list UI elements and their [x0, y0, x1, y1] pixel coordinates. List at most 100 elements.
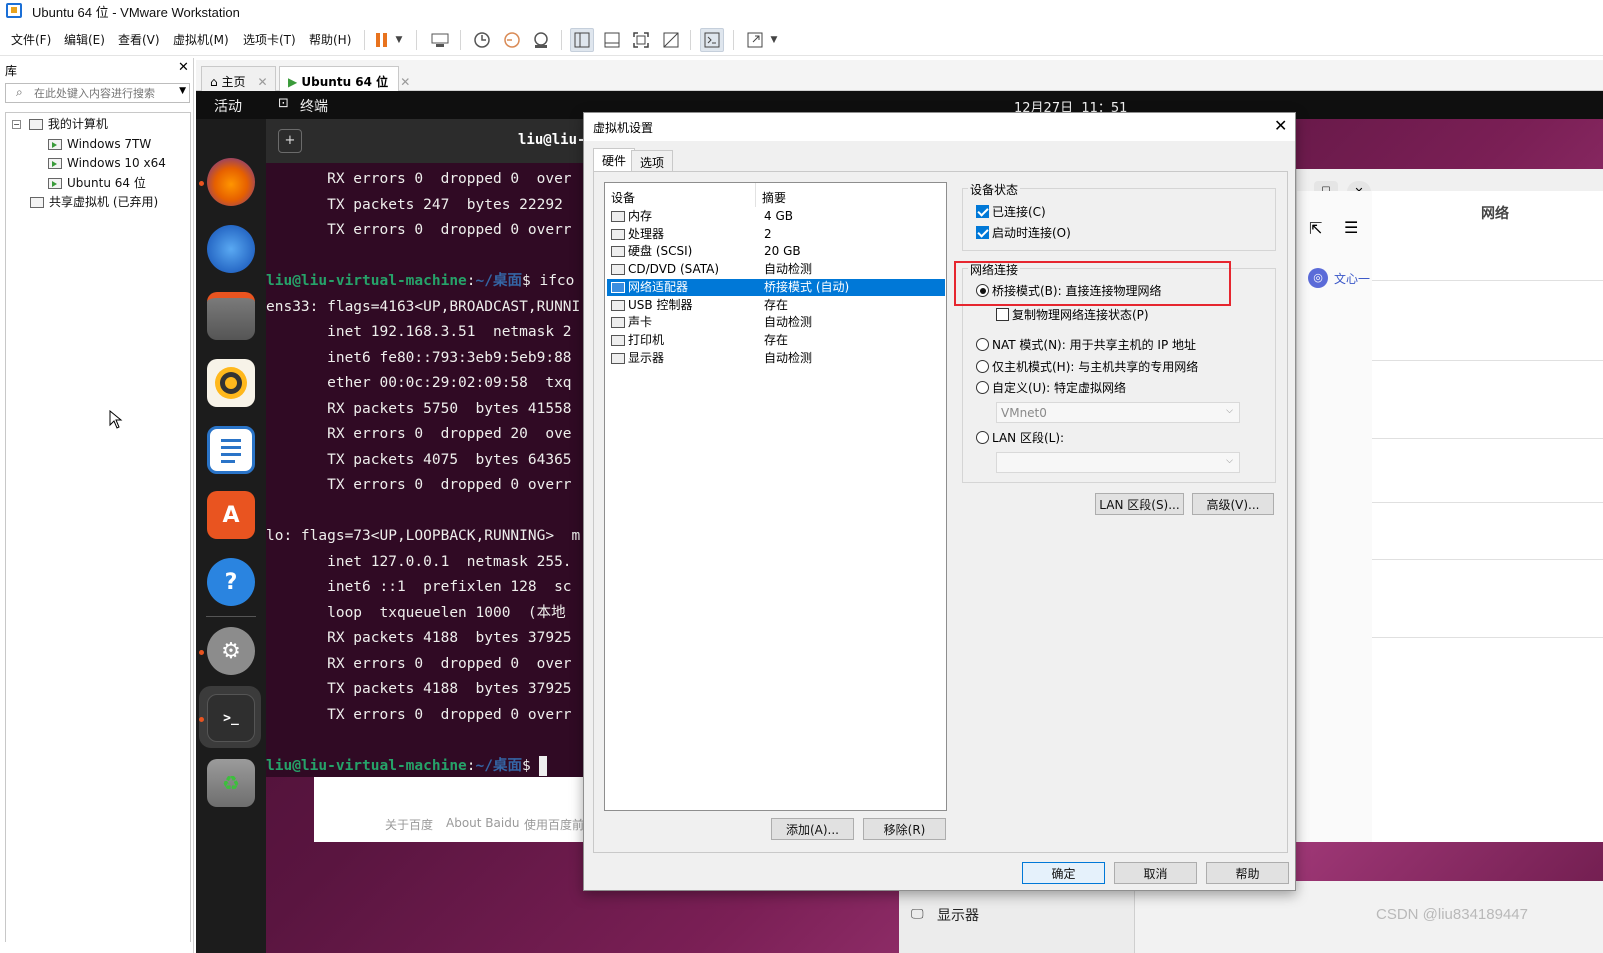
writer-icon[interactable]: [207, 426, 255, 474]
close-tab-icon[interactable]: ✕: [400, 75, 410, 89]
app-center-icon[interactable]: A: [207, 491, 255, 539]
footer-link[interactable]: About Baidu: [446, 816, 519, 830]
console-view-icon[interactable]: [700, 28, 724, 52]
host-only-radio[interactable]: 仅主机模式(H): 与主机共享的专用网络: [976, 358, 1198, 375]
menu-view[interactable]: 查看(V): [118, 31, 160, 48]
device-summary: 自动检测: [764, 262, 813, 277]
settings-icon[interactable]: ⚙: [207, 627, 255, 675]
files-icon[interactable]: [207, 292, 255, 340]
chevron-down-icon[interactable]: ▼: [767, 28, 781, 52]
checkbox-checked-icon[interactable]: [976, 205, 989, 218]
pause-icon[interactable]: [370, 28, 394, 52]
activities-button[interactable]: 活动: [214, 96, 242, 116]
close-tab-icon[interactable]: ✕: [257, 75, 267, 89]
help-icon[interactable]: ?: [207, 558, 255, 606]
search-input[interactable]: [34, 86, 174, 100]
snapshot-icon[interactable]: [470, 28, 494, 52]
unity-mode-icon[interactable]: [659, 28, 683, 52]
revert-snapshot-icon[interactable]: [500, 28, 524, 52]
footer-link[interactable]: 使用百度前: [524, 816, 584, 833]
help-button[interactable]: 帮助: [1206, 862, 1289, 884]
collapse-icon[interactable]: −: [12, 120, 21, 129]
checkbox-unchecked-icon[interactable]: [996, 308, 1009, 321]
send-ctrl-alt-del-icon[interactable]: [428, 28, 452, 52]
menu-file[interactable]: 文件(F): [11, 31, 51, 48]
menu-tabs[interactable]: 选项卡(T): [243, 31, 296, 48]
settings-sidebar-item[interactable]: 文心一: [1334, 270, 1370, 287]
terminal-icon[interactable]: >_: [207, 694, 255, 742]
stretch-guest-icon[interactable]: [743, 28, 767, 52]
device-row[interactable]: 网络适配器 桥接模式 (自动): [607, 278, 945, 297]
device-row[interactable]: 处理器 2: [607, 226, 945, 244]
rhythmbox-icon[interactable]: [207, 359, 255, 407]
close-icon[interactable]: ✕: [178, 60, 189, 75]
thunderbird-icon[interactable]: [207, 225, 255, 273]
tab-ubuntu[interactable]: ▶ Ubuntu 64 位 ✕: [279, 66, 410, 91]
tree-item-shared-vms[interactable]: 共享虚拟机 (已弃用): [30, 193, 158, 211]
column-header-summary[interactable]: 摘要: [762, 189, 786, 206]
custom-network-radio[interactable]: 自定义(U): 特定虚拟网络: [976, 379, 1126, 396]
settings-page-title: 网络: [1481, 206, 1509, 222]
device-row[interactable]: 显示器 自动检测: [607, 350, 945, 368]
tree-item-vm[interactable]: Windows 7TW: [48, 135, 151, 153]
device-list[interactable]: 设备 摘要 内存 4 GB 处理器 2 硬盘 (SCSI) 20 GB CD/DVD (SA…: [604, 182, 947, 811]
device-row[interactable]: CD/DVD (SATA) 自动检测: [607, 261, 945, 279]
checkbox-checked-icon[interactable]: [976, 226, 989, 239]
remove-device-button[interactable]: 移除(R): [863, 818, 946, 840]
device-row[interactable]: 声卡 自动检测: [607, 314, 945, 332]
menu-edit[interactable]: 编辑(E): [64, 31, 105, 48]
tree-label: Ubuntu 64 位: [67, 176, 146, 190]
menu-icon[interactable]: ☰: [1344, 218, 1358, 237]
nat-mode-radio[interactable]: NAT 模式(N): 用于共享主机的 IP 地址: [976, 336, 1196, 353]
cancel-button[interactable]: 取消: [1114, 862, 1197, 884]
lan-segment-radio[interactable]: LAN 区段(L):: [976, 429, 1064, 446]
lan-segment-select[interactable]: ⌵: [996, 452, 1240, 473]
chevron-down-icon[interactable]: ▼: [392, 28, 406, 52]
radio-unselected-icon[interactable]: [976, 338, 989, 351]
library-search[interactable]: ⌕ ▼: [5, 83, 190, 103]
column-header-device[interactable]: 设备: [611, 189, 635, 206]
lan-segments-button[interactable]: LAN 区段(S)...: [1095, 493, 1184, 515]
snapshot-manager-icon[interactable]: [529, 28, 553, 52]
device-row[interactable]: 硬盘 (SCSI) 20 GB: [607, 243, 945, 261]
tree-item-vm[interactable]: Windows 10 x64: [48, 154, 166, 172]
trash-icon[interactable]: ♻: [207, 759, 255, 807]
radio-unselected-icon[interactable]: [976, 381, 989, 394]
advanced-button[interactable]: 高级(V)...: [1192, 493, 1274, 515]
radio-unselected-icon[interactable]: [976, 431, 989, 444]
new-tab-icon[interactable]: +: [278, 129, 302, 153]
radio-unselected-icon[interactable]: [976, 360, 989, 373]
ok-button[interactable]: 确定: [1022, 862, 1105, 884]
tab-home[interactable]: ⌂ 主页 ✕: [201, 66, 276, 91]
footer-link[interactable]: 关于百度: [385, 816, 433, 833]
device-row[interactable]: USB 控制器 存在: [607, 297, 945, 315]
terminal-line: inet 192.168.3.51 netmask 2: [266, 324, 572, 340]
thumbnail-bar-icon[interactable]: [600, 28, 624, 52]
chevron-down-icon[interactable]: ▼: [179, 86, 186, 96]
connected-checkbox[interactable]: 已连接(C): [976, 203, 1046, 220]
connect-on-power-checkbox[interactable]: 启动时连接(O): [976, 224, 1071, 241]
terminal-window[interactable]: + liu@liu-vi RX errors 0 dropped 0 over …: [266, 119, 602, 777]
replicate-state-checkbox[interactable]: 复制物理网络连接状态(P): [996, 306, 1149, 323]
vmnet-select[interactable]: VMnet0 ⌵: [996, 402, 1240, 423]
terminal-output[interactable]: RX errors 0 dropped 0 over TX packets 24…: [266, 167, 584, 777]
settings-display-item[interactable]: 显示器: [937, 905, 979, 925]
show-library-icon[interactable]: [570, 28, 594, 52]
tab-hardware[interactable]: 硬件: [593, 148, 636, 172]
tree-item-vm[interactable]: Ubuntu 64 位: [48, 174, 146, 192]
firefox-icon[interactable]: [207, 158, 255, 206]
full-screen-icon[interactable]: [629, 28, 653, 52]
divider: [1372, 438, 1603, 439]
tab-options[interactable]: 选项: [631, 150, 674, 171]
device-row[interactable]: 打印机 存在: [607, 332, 945, 350]
app-menu[interactable]: 终端: [300, 96, 328, 116]
add-device-button[interactable]: 添加(A)...: [771, 818, 854, 840]
share-icon[interactable]: ⇱: [1309, 219, 1322, 238]
device-row[interactable]: 内存 4 GB: [607, 208, 945, 226]
toolbar-separator: [561, 30, 562, 50]
close-icon[interactable]: ✕: [1274, 116, 1287, 135]
toolbar-separator: [364, 30, 365, 50]
menu-vm[interactable]: 虚拟机(M): [173, 31, 229, 48]
menu-help[interactable]: 帮助(H): [309, 31, 351, 48]
tree-item-my-computer[interactable]: − 我的计算机: [12, 115, 108, 133]
